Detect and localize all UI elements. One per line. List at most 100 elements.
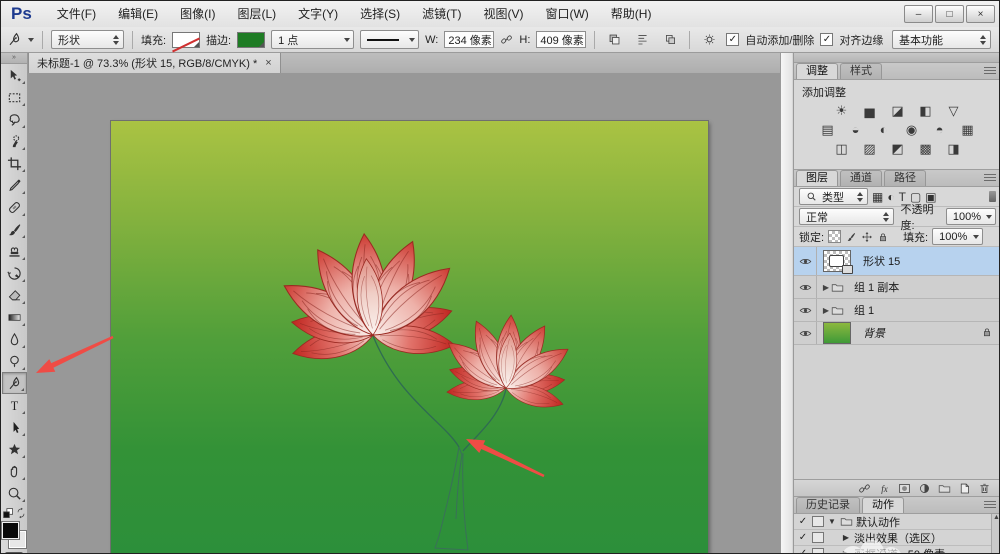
layer-row-组 1[interactable]: ▶组 1	[794, 299, 1000, 322]
levels-adjustment-icon[interactable]: ▅	[858, 102, 882, 119]
healing-brush-tool[interactable]	[2, 196, 27, 218]
visibility-toggle[interactable]	[794, 299, 817, 321]
posterize-adjustment-icon[interactable]: ▨	[858, 140, 882, 157]
tool-preset-caret-icon[interactable]	[28, 38, 34, 42]
modal-toggle-box[interactable]	[812, 548, 824, 554]
tab-channels[interactable]: 通道	[840, 170, 882, 186]
filter-pixel-layers-icon[interactable]: ▦	[872, 190, 883, 204]
invert-adjustment-icon[interactable]: ◫	[830, 140, 854, 157]
menu-视图(V)[interactable]: 视图(V)	[472, 2, 534, 27]
brightness-contrast-adjustment-icon[interactable]: ☀	[830, 102, 854, 119]
tab-history[interactable]: 历史记录	[796, 497, 860, 513]
minimize-button[interactable]: –	[904, 5, 933, 23]
canvas[interactable]	[111, 121, 708, 554]
path-operations-button[interactable]	[603, 30, 625, 49]
menu-选择(S)[interactable]: 选择(S)	[349, 2, 411, 27]
gradient-tool[interactable]	[2, 306, 27, 328]
lock-transparency-icon[interactable]	[828, 230, 841, 243]
layer-thumbnail[interactable]	[823, 250, 851, 272]
align-edges-checkbox[interactable]: ✓	[820, 33, 833, 46]
visibility-toggle[interactable]	[794, 247, 817, 275]
lock-all-icon[interactable]	[877, 231, 889, 243]
exposure-adjustment-icon[interactable]: ◧	[914, 102, 938, 119]
action-check-icon[interactable]: ✓	[797, 548, 809, 554]
stroke-style-select[interactable]	[360, 30, 419, 49]
gradient-map-adjustment-icon[interactable]: ▩	[914, 140, 938, 157]
move-tool[interactable]	[2, 64, 27, 86]
action-row[interactable]: ✓ ▶ 淡出效果（选区）	[794, 530, 1000, 546]
geometry-options-gear-icon[interactable]	[698, 30, 720, 49]
color-balance-adjustment-icon[interactable]: ◒	[844, 121, 868, 138]
vibrance-adjustment-icon[interactable]: ▽	[942, 102, 966, 119]
eraser-tool[interactable]	[2, 284, 27, 306]
foreground-color-swatch[interactable]	[2, 522, 19, 539]
clone-stamp-tool[interactable]	[2, 240, 27, 262]
menu-图像(I)[interactable]: 图像(I)	[169, 2, 226, 27]
zoom-tool[interactable]	[2, 482, 27, 504]
layer-row-形状 15[interactable]: 形状 15	[794, 247, 1000, 276]
menu-文字(Y)[interactable]: 文字(Y)	[287, 2, 349, 27]
auto-add-delete-checkbox[interactable]: ✓	[726, 33, 739, 46]
document-tab[interactable]: 未标题-1 @ 73.3% (形状 15, RGB/8/CMYK) * ×	[28, 53, 281, 73]
eyedropper-tool[interactable]	[2, 174, 27, 196]
tab-layers[interactable]: 图层	[796, 170, 838, 186]
vertical-scrollbar[interactable]	[780, 53, 792, 554]
menu-编辑(E)[interactable]: 编辑(E)	[107, 2, 169, 27]
new-group-button[interactable]	[938, 482, 951, 495]
shape-width-input[interactable]: 234 像素	[444, 31, 494, 48]
fill-opacity-input[interactable]: 100%	[932, 228, 983, 245]
shape-mode-select[interactable]: 形状	[51, 30, 124, 49]
type-tool[interactable]: T	[2, 394, 27, 416]
channel-mixer-adjustment-icon[interactable]: ◓	[928, 121, 952, 138]
tab-paths[interactable]: 路径	[884, 170, 926, 186]
panel-menu-icon[interactable]	[984, 501, 996, 510]
actions-scrollbar[interactable]: ▲	[991, 514, 1000, 554]
curves-adjustment-icon[interactable]: ◪	[886, 102, 910, 119]
link-layers-button[interactable]	[858, 482, 871, 495]
menu-图层(L)[interactable]: 图层(L)	[226, 2, 287, 27]
opacity-input[interactable]: 100%	[946, 208, 996, 225]
blend-mode-select[interactable]: 正常	[799, 208, 894, 225]
action-check-icon[interactable]: ✓	[797, 532, 809, 543]
group-expand-icon[interactable]: ▶	[821, 306, 831, 315]
delete-layer-button[interactable]	[978, 482, 991, 495]
layer-filter-type-select[interactable]: 类型	[799, 188, 868, 205]
layer-row-组 1 副本[interactable]: ▶组 1 副本	[794, 276, 1000, 299]
group-expand-icon[interactable]: ▶	[821, 283, 831, 292]
crop-tool[interactable]	[2, 152, 27, 174]
lasso-tool[interactable]	[2, 108, 27, 130]
action-check-icon[interactable]: ✓	[797, 516, 809, 527]
hand-tool[interactable]	[2, 460, 27, 482]
stroke-width-select[interactable]: 1 点	[271, 30, 354, 49]
hue-saturation-adjustment-icon[interactable]: ▤	[816, 121, 840, 138]
tab-styles[interactable]: 样式	[840, 63, 882, 79]
filter-adjustment-layers-icon[interactable]: ◐	[887, 190, 894, 204]
layer-thumbnail[interactable]	[823, 322, 851, 344]
menu-文件(F)[interactable]: 文件(F)	[46, 2, 107, 27]
menu-帮助(H)[interactable]: 帮助(H)	[600, 2, 663, 27]
brush-tool[interactable]	[2, 218, 27, 240]
menu-滤镜(T)[interactable]: 滤镜(T)	[411, 2, 472, 27]
path-arrangement-button[interactable]	[659, 30, 681, 49]
pen-tool-preset-icon[interactable]	[7, 32, 22, 47]
color-lookup-adjustment-icon[interactable]: ▦	[956, 121, 980, 138]
quick-selection-tool[interactable]	[2, 130, 27, 152]
history-brush-tool[interactable]	[2, 262, 27, 284]
blur-tool[interactable]	[2, 328, 27, 350]
maximize-button[interactable]: □	[935, 5, 964, 23]
add-mask-button[interactable]	[898, 482, 911, 495]
custom-shape-tool[interactable]	[2, 438, 27, 460]
tab-close-icon[interactable]: ×	[265, 57, 271, 69]
threshold-adjustment-icon[interactable]: ◩	[886, 140, 910, 157]
dock-header[interactable]	[794, 53, 1000, 63]
path-selection-tool[interactable]	[2, 416, 27, 438]
black-white-adjustment-icon[interactable]: ◐	[872, 121, 896, 138]
tab-actions[interactable]: 动作	[862, 497, 904, 513]
photo-filter-adjustment-icon[interactable]: ◉	[900, 121, 924, 138]
marquee-tool[interactable]	[2, 86, 27, 108]
panel-menu-icon[interactable]	[984, 174, 996, 183]
selective-color-adjustment-icon[interactable]: ◨	[942, 140, 966, 157]
layer-style-button[interactable]: fx	[878, 482, 891, 495]
action-expand-icon[interactable]: ▶	[841, 533, 851, 542]
tools-collapse-button[interactable]: »	[1, 53, 27, 64]
